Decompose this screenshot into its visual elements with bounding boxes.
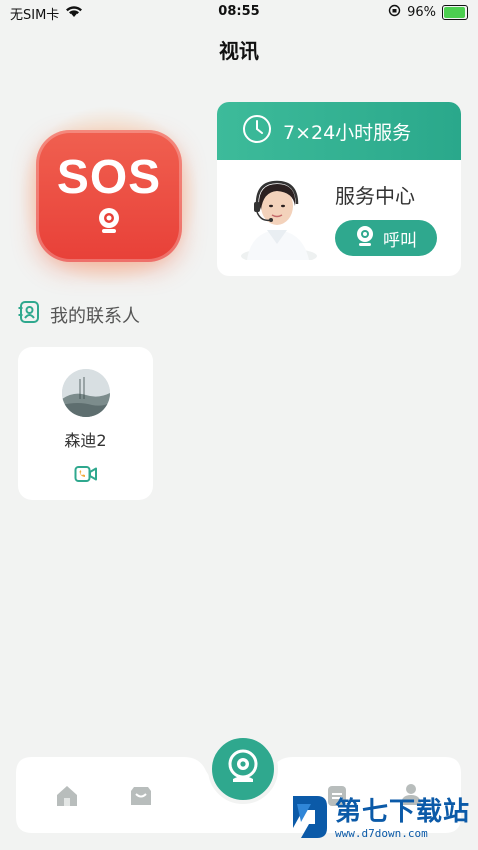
contact-card[interactable]: 森迪2 xyxy=(18,347,153,500)
sos-button[interactable]: SOS xyxy=(36,130,182,262)
avatar xyxy=(61,369,110,417)
service-header-label: 7×24小时服务 xyxy=(283,121,412,144)
contact-name: 森迪2 xyxy=(64,431,107,450)
customer-service-agent-image xyxy=(237,176,319,264)
sos-glow: SOS xyxy=(18,105,200,287)
watermark: 第七下载站 www.d7down.com xyxy=(289,794,470,844)
watermark-text: 第七下载站 www.d7down.com xyxy=(335,799,470,840)
service-center-title: 服务中心 xyxy=(335,184,415,208)
service-card: 7×24小时服务 服务中心 呼叫 xyxy=(217,102,461,276)
nav-shop-icon[interactable] xyxy=(128,783,154,809)
watermark-sub: www.d7down.com xyxy=(334,826,428,840)
call-button-label: 呼叫 xyxy=(383,230,417,251)
status-bar: 无SIM卡 08:55 96% xyxy=(0,0,478,26)
camera-icon xyxy=(96,206,122,238)
page-title: 视讯 xyxy=(219,39,259,63)
camera-icon xyxy=(355,225,375,252)
contact-book-icon xyxy=(18,300,40,329)
rotation-lock-icon xyxy=(388,4,401,21)
battery-percent: 96% xyxy=(407,5,436,20)
battery-icon xyxy=(442,5,468,20)
watermark-logo-icon xyxy=(289,794,329,844)
service-body: 服务中心 呼叫 xyxy=(217,160,461,276)
watermark-main: 第七下载站 xyxy=(334,796,470,827)
contacts-title-label: 我的联系人 xyxy=(50,305,140,327)
nav-home-icon[interactable] xyxy=(54,783,80,809)
video-call-icon[interactable] xyxy=(74,465,98,487)
sos-label: SOS xyxy=(56,151,162,204)
clock-icon xyxy=(241,113,273,150)
webcam-icon xyxy=(226,749,260,789)
call-button[interactable]: 呼叫 xyxy=(335,220,437,256)
service-header: 7×24小时服务 xyxy=(217,102,461,160)
contacts-section-title: 我的联系人 xyxy=(18,300,140,329)
status-right: 96% xyxy=(388,4,468,21)
video-camera-button[interactable] xyxy=(208,734,278,804)
